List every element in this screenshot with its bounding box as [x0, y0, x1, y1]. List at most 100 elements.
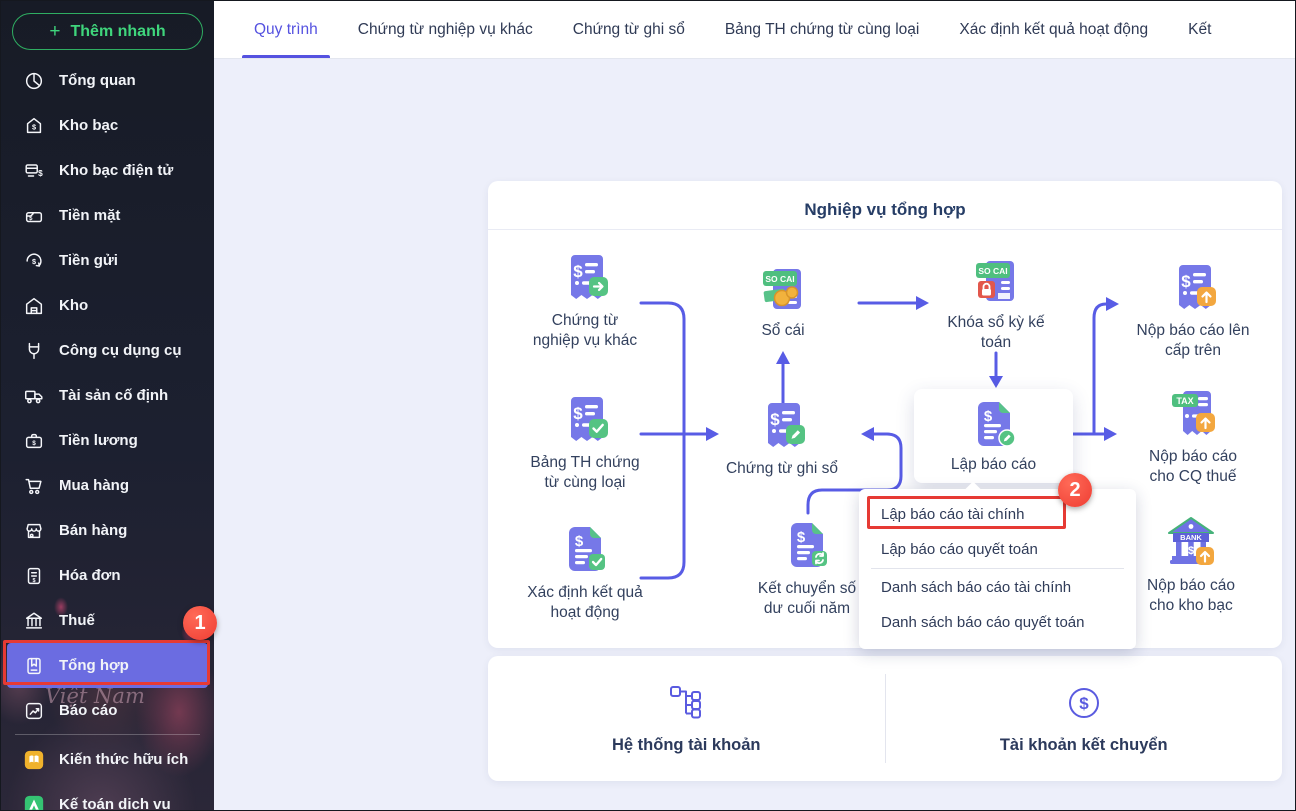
ledger-coins-icon: SO CAI — [763, 269, 801, 309]
sidebar-item-tien-gui[interactable]: $ Tiền gửi — [1, 238, 214, 283]
shortcut-label: Tài khoản kết chuyển — [999, 736, 1168, 754]
sidebar-item-kho-bac-dien-tu[interactable]: $ Kho bạc điện tử — [1, 148, 214, 193]
storefront-icon — [23, 520, 45, 542]
svg-text:$: $ — [32, 577, 35, 583]
sidebar-item-tong-hop[interactable]: Tổng hợp — [7, 643, 208, 688]
flow-node-chung-tu-ghi-so[interactable]: $ Chứng từ ghi sổ — [707, 397, 857, 479]
knowledge-book-icon — [23, 749, 45, 771]
tab-xac-dinh-ket-qua[interactable]: Xác định kết quả hoạt động — [939, 1, 1168, 58]
flow-node-label: Sổ cái — [761, 322, 805, 339]
menu-item-danh-sach-bctc[interactable]: Danh sách báo cáo tài chính — [859, 570, 1136, 605]
report-chart-icon — [23, 700, 45, 722]
svg-text:$: $ — [1181, 272, 1191, 291]
tab-chung-tu-ghi-so[interactable]: Chứng từ ghi sổ — [553, 1, 705, 58]
sidebar: Phụ nữ Việt Nam + Thêm nhanh Tổng quan $… — [1, 1, 214, 810]
svg-text:$: $ — [983, 408, 992, 425]
sidebar-item-label: Tiền lương — [59, 432, 138, 449]
sidebar-item-kho-bac[interactable]: $ Kho bạc — [1, 103, 214, 148]
dollar-circle-icon: $ — [1068, 688, 1099, 718]
document-sync-icon: $ — [791, 523, 827, 567]
menu-item-label: Danh sách báo cáo tài chính — [881, 579, 1072, 596]
sidebar-item-label: Kho bạc điện tử — [59, 162, 174, 179]
tab-label: Bảng TH chứng từ cùng loại — [724, 20, 920, 38]
menu-item-label: Lập báo cáo quyết toán — [881, 541, 1038, 558]
sidebar-item-label: Kho — [59, 297, 89, 314]
sidebar-divider — [15, 734, 200, 735]
menu-item-danh-sach-bcqt[interactable]: Danh sách báo cáo quyết toán — [859, 605, 1136, 640]
tab-bang-th-chung-tu[interactable]: Bảng TH chứng từ cùng loại — [705, 1, 940, 58]
app-window: Phụ nữ Việt Nam + Thêm nhanh Tổng quan $… — [0, 0, 1296, 811]
cart-icon — [23, 475, 45, 497]
tab-bar: Quy trình Chứng từ nghiệp vụ khác Chứng … — [214, 1, 1295, 59]
sidebar-item-label: Tổng quan — [59, 72, 136, 89]
svg-text:$: $ — [1079, 694, 1089, 713]
flow-node-label: Bảng TH chứng từ cùng loại — [530, 454, 640, 492]
receipt-arrow-icon: $ — [571, 255, 608, 299]
flow-node-nop-cap-tren[interactable]: $ Nộp báo cáo lên cấp trên — [1118, 259, 1268, 362]
sidebar-item-bao-cao[interactable]: Báo cáo — [1, 688, 214, 733]
sidebar-item-thue[interactable]: Thuế — [1, 598, 214, 643]
svg-text:$: $ — [32, 440, 36, 447]
svg-text:$: $ — [575, 533, 584, 550]
menu-item-lap-bao-cao-quyet-toan[interactable]: Lập báo cáo quyết toán — [859, 532, 1136, 567]
svg-text:$: $ — [770, 410, 780, 429]
plus-icon: + — [49, 20, 61, 42]
svg-text:SO CAI: SO CAI — [978, 266, 1007, 276]
svg-text:BANK: BANK — [1180, 533, 1202, 542]
sidebar-item-tong-quan[interactable]: Tổng quan — [1, 58, 214, 103]
flow-node-nop-cq-thue[interactable]: TAX Nộp báo cáo cho CQ thuế — [1118, 385, 1268, 488]
flow-node-label: Nộp báo cáo cho CQ thuế — [1149, 448, 1237, 486]
e-treasury-icon: $ — [23, 160, 45, 182]
sidebar-item-mua-hang[interactable]: Mua hàng — [1, 463, 214, 508]
svg-text:TAX: TAX — [1176, 396, 1193, 406]
sidebar-item-kien-thuc[interactable]: Kiến thức hữu ích — [1, 737, 214, 782]
sidebar-item-label: Thuế — [59, 612, 95, 629]
sidebar-item-kho[interactable]: Kho — [1, 283, 214, 328]
flow-node-khoa-so[interactable]: SO CAI Khóa sổ kỳ kế toán — [921, 251, 1071, 354]
accounting-service-icon — [23, 794, 45, 810]
menu-item-label: Danh sách báo cáo quyết toán — [881, 614, 1085, 631]
treasury-icon: $ — [23, 115, 45, 137]
menu-divider — [871, 568, 1124, 569]
tab-ket-truncated[interactable]: Kết — [1168, 1, 1231, 58]
tab-chung-tu-nghiep-vu-khac[interactable]: Chứng từ nghiệp vụ khác — [338, 1, 553, 58]
bank-columns-icon — [23, 610, 45, 632]
menu-item-lap-bao-cao-tai-chinh[interactable]: Lập báo cáo tài chính — [859, 497, 1136, 532]
tab-label: Quy trình — [254, 20, 318, 38]
sidebar-item-ban-hang[interactable]: Bán hàng — [1, 508, 214, 553]
ledger-book-icon — [23, 655, 45, 677]
tools-icon — [23, 340, 45, 362]
sidebar-item-tai-san-co-dinh[interactable]: Tài sản cố định — [1, 373, 214, 418]
shortcut-he-thong-tai-khoan[interactable]: Hệ thống tài khoản — [488, 656, 885, 781]
svg-text:$: $ — [573, 262, 583, 281]
flow-node-label: Chứng từ ghi sổ — [725, 460, 839, 477]
tab-quy-trinh[interactable]: Quy trình — [234, 1, 338, 58]
truck-icon — [23, 385, 45, 407]
svg-text:SO CAI: SO CAI — [765, 274, 794, 284]
pie-chart-icon — [23, 70, 45, 92]
flow-node-so-cai[interactable]: SO CAI Sổ cái — [708, 259, 858, 341]
sidebar-item-label: Báo cáo — [59, 702, 118, 719]
sidebar-item-label: Hóa đơn — [59, 567, 121, 584]
quick-add-button[interactable]: + Thêm nhanh — [12, 13, 203, 50]
flow-node-bang-th[interactable]: $ Bảng TH chứng từ cùng loại — [510, 391, 660, 494]
menu-item-label: Lập báo cáo tài chính — [881, 506, 1025, 523]
flow-node-xac-dinh[interactable]: $ Xác định kết quả hoạt động — [510, 521, 660, 624]
sidebar-item-tien-luong[interactable]: $ Tiền lương — [1, 418, 214, 463]
flow-node-nop-kho-bac[interactable]: BANK $ Nộp báo cáo cho kho bạc — [1116, 514, 1266, 617]
flow-title: Nghiệp vụ tổng hợp — [804, 200, 966, 219]
sidebar-item-hoa-don[interactable]: $ Hóa đơn — [1, 553, 214, 598]
svg-text:$: $ — [32, 256, 36, 265]
flow-node-chung-tu-nghiep-vu-khac[interactable]: $ Chứng từ nghiệp vụ khác — [510, 249, 660, 352]
sidebar-item-tien-mat[interactable]: $ Tiền mặt — [1, 193, 214, 238]
sidebar-item-label: Tiền mặt — [59, 207, 121, 224]
briefcase-icon: $ — [23, 430, 45, 452]
quick-add-label: Thêm nhanh — [70, 22, 166, 40]
shortcut-label: Hệ thống tài khoản — [612, 736, 761, 754]
sidebar-item-ke-toan-dich-vu[interactable]: Kế toán dịch vụ — [1, 782, 214, 810]
flow-title-divider — [488, 229, 1282, 230]
footer-shortcuts-card: Hệ thống tài khoản $ Tài khoản kết chuyể… — [488, 656, 1282, 781]
sidebar-item-cong-cu-dung-cu[interactable]: Công cụ dụng cụ — [1, 328, 214, 373]
flow-node-lap-bao-cao[interactable]: $ Lập báo cáo — [914, 389, 1073, 483]
shortcut-tai-khoan-ket-chuyen[interactable]: $ Tài khoản kết chuyển — [886, 656, 1283, 781]
